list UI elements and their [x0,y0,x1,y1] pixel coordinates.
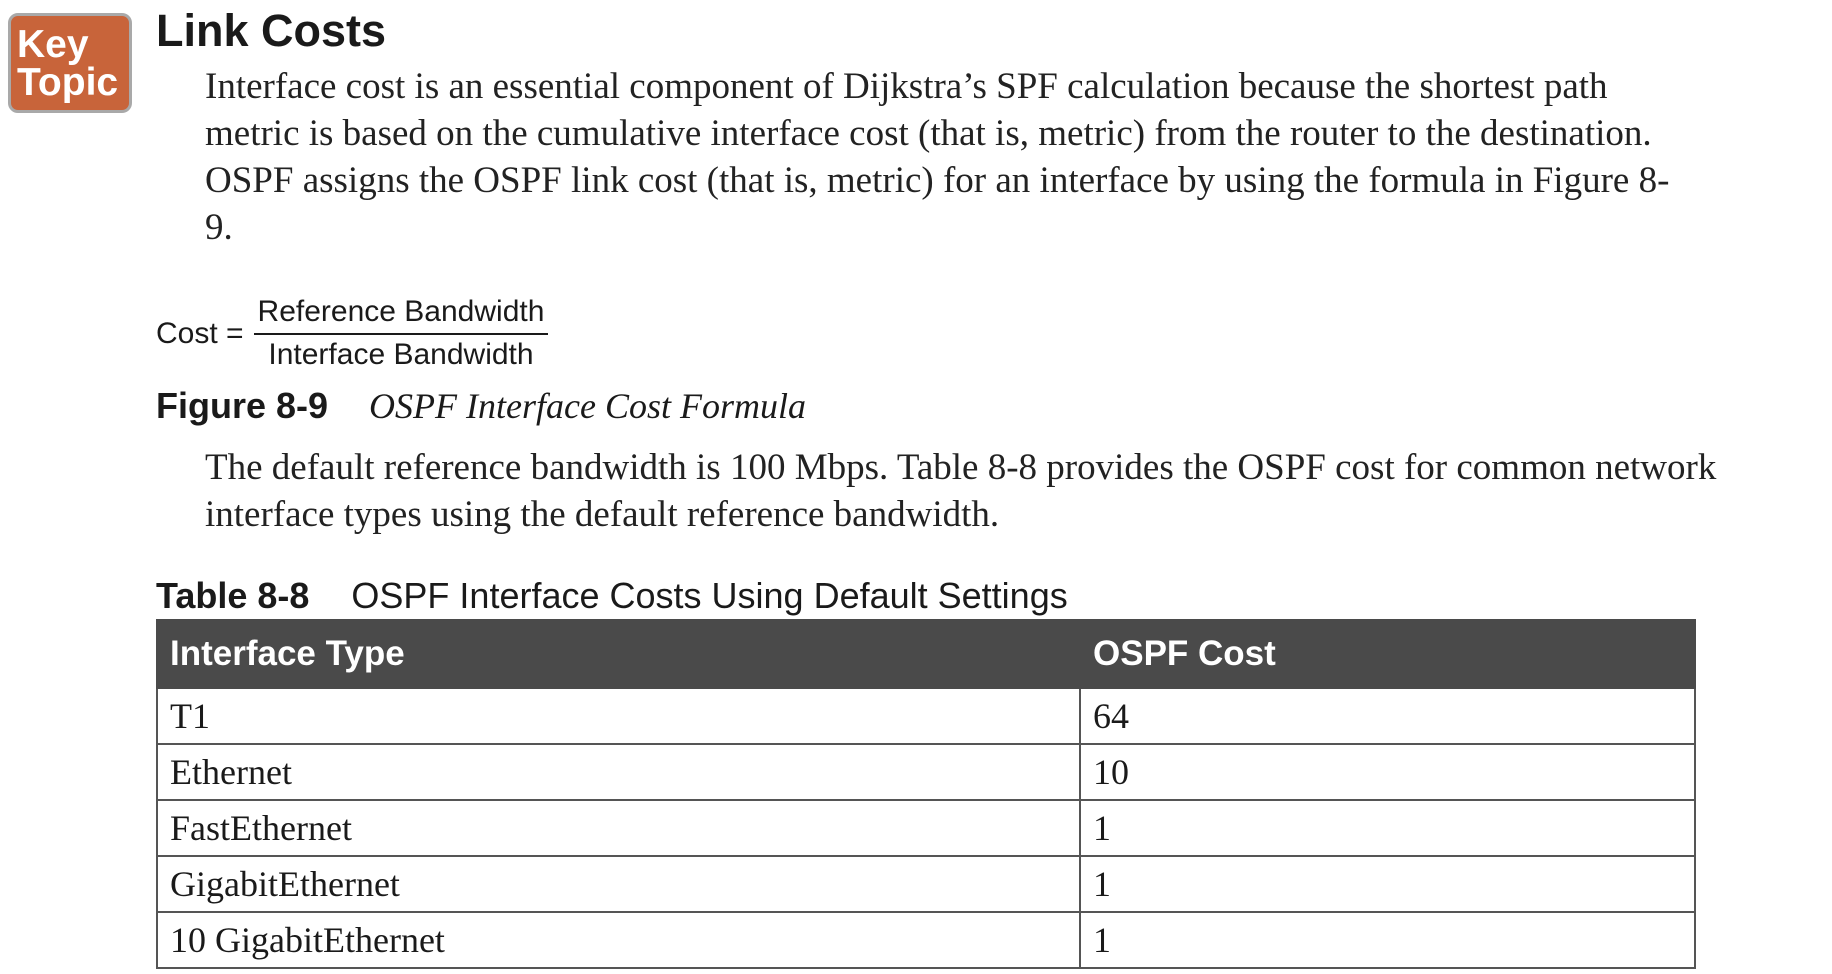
cell-interface-type: Ethernet [156,743,1081,801]
table-row: GigabitEthernet 1 [156,855,1696,913]
table-title: OSPF Interface Costs Using Default Setti… [351,575,1068,616]
badge-line-key: Key [17,23,89,66]
cost-formula: Cost = Reference Bandwidth Interface Ban… [156,295,549,372]
table-header-row: Interface Type OSPF Cost [156,619,1696,689]
cell-ospf-cost: 1 [1079,855,1696,913]
formula-numerator: Reference Bandwidth [253,295,549,335]
cell-ospf-cost: 64 [1079,687,1696,745]
section-heading: Link Costs [156,5,387,56]
cell-interface-type: 10 GigabitEthernet [156,911,1081,969]
header-ospf-cost: OSPF Cost [1079,619,1696,689]
table-caption: Table 8-8 OSPF Interface Costs Using Def… [156,573,1068,619]
header-interface-type: Interface Type [156,619,1081,689]
reference-bandwidth-paragraph: The default reference bandwidth is 100 M… [205,447,1717,535]
table-row: FastEthernet 1 [156,799,1696,857]
figure-number: Figure 8-9 [156,385,329,426]
table-number: Table 8-8 [156,575,310,616]
cell-ospf-cost: 1 [1079,911,1696,969]
figure-title: OSPF Interface Cost Formula [369,386,806,426]
cell-ospf-cost: 10 [1079,743,1696,801]
ospf-cost-table: Interface Type OSPF Cost T1 64 Ethernet … [156,619,1696,969]
cell-interface-type: FastEthernet [156,799,1081,857]
cell-ospf-cost: 1 [1079,799,1696,857]
figure-caption: Figure 8-9 OSPF Interface Cost Formula [156,383,806,429]
formula-lhs: Cost = [156,316,244,350]
cell-interface-type: T1 [156,687,1081,745]
table-row: Ethernet 10 [156,743,1696,801]
key-topic-badge: Key Topic [8,13,132,113]
badge-line-topic: Topic [17,61,119,104]
table-row: T1 64 [156,687,1696,745]
cell-interface-type: GigabitEthernet [156,855,1081,913]
formula-denominator: Interface Bandwidth [268,338,534,371]
intro-paragraph: Interface cost is an essential component… [205,66,1670,248]
table-row: 10 GigabitEthernet 1 [156,911,1696,969]
formula-fraction: Reference Bandwidth Interface Bandwidth [253,295,549,372]
